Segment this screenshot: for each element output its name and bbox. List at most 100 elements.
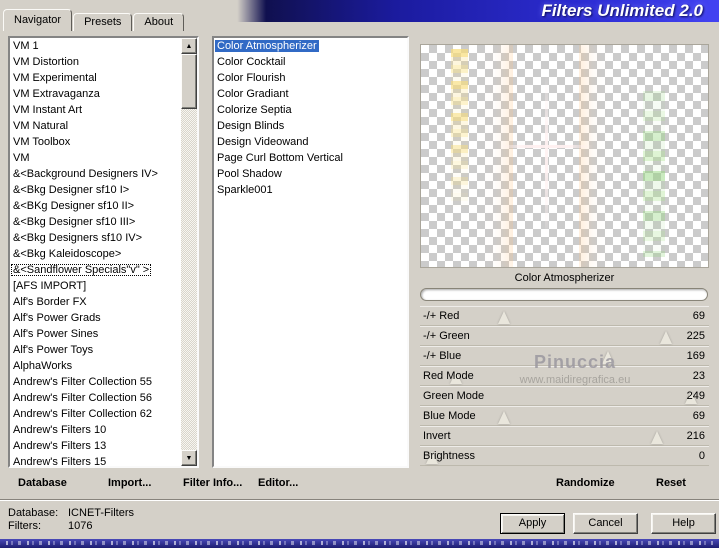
import-button[interactable]: Import... <box>108 477 151 489</box>
slider-value: 216 <box>686 430 705 442</box>
slider-thumb[interactable] <box>497 411 510 424</box>
slider-row[interactable]: Red Mode 23 <box>420 366 709 386</box>
slider-value: 225 <box>686 330 705 342</box>
scrollbar-thumb[interactable] <box>181 54 197 109</box>
filter-item-label: Design Blinds <box>217 120 285 132</box>
category-item[interactable]: VM Extravaganza <box>10 86 181 102</box>
category-item[interactable]: AlphaWorks <box>10 358 181 374</box>
category-item-label: VM Toolbox <box>13 136 71 148</box>
status-filters-value: 1076 <box>68 520 93 532</box>
slider-row[interactable]: Brightness 0 <box>420 446 709 466</box>
slider-row[interactable]: -/+ Red 69 <box>420 306 709 326</box>
slider-value: 23 <box>692 370 705 382</box>
filter-item[interactable]: Color Cocktail <box>214 54 407 70</box>
category-item[interactable]: Andrew's Filter Collection 55 <box>10 374 181 390</box>
cancel-button[interactable]: Cancel <box>573 513 638 534</box>
category-item[interactable]: VM Instant Art <box>10 102 181 118</box>
preview-orange-column <box>499 45 593 267</box>
tab[interactable]: Navigator <box>3 9 73 31</box>
database-button[interactable]: Database <box>18 477 67 489</box>
slider-row[interactable]: Blue Mode 69 <box>420 406 709 426</box>
category-item[interactable]: VM 1 <box>10 38 181 54</box>
filter-item[interactable]: Design Blinds <box>214 118 407 134</box>
status-database-label: Database: <box>8 507 59 519</box>
slider-thumb[interactable] <box>497 311 510 324</box>
category-item[interactable]: [AFS IMPORT] <box>10 278 181 294</box>
category-item[interactable]: Andrew's Filters 10 <box>10 422 181 438</box>
category-item[interactable]: VM Experimental <box>10 70 181 86</box>
slider-row[interactable]: Invert 216 <box>420 426 709 446</box>
randomize-button[interactable]: Randomize <box>556 477 615 489</box>
slider-label: Red Mode <box>423 370 474 382</box>
slider-thumb[interactable] <box>650 431 663 444</box>
slider-thumb[interactable] <box>601 351 614 364</box>
filter-item-label: Design Videowand <box>217 136 309 148</box>
slider-label: -/+ Green <box>423 330 470 342</box>
filter-item[interactable]: Colorize Septia <box>214 102 407 118</box>
divider <box>0 499 719 501</box>
filter-item[interactable]: Color Gradiant <box>214 86 407 102</box>
background-window-strip <box>0 539 719 548</box>
status-filters-label: Filters: <box>8 520 41 532</box>
category-item[interactable]: Andrew's Filter Collection 56 <box>10 390 181 406</box>
filter-info-button[interactable]: Filter Info... <box>183 477 242 489</box>
category-item-label: Andrew's Filters 15 <box>13 456 107 468</box>
filter-item-label: Colorize Septia <box>217 104 292 116</box>
category-item[interactable]: &<Bkg Designer sf10 III> <box>10 214 181 230</box>
category-item-label: Alf's Power Grads <box>13 312 101 324</box>
category-item[interactable]: Alf's Power Toys <box>10 342 181 358</box>
category-item[interactable]: &<Background Designers IV> <box>10 166 181 182</box>
editor-button[interactable]: Editor... <box>258 477 298 489</box>
category-item[interactable]: VM Toolbox <box>10 134 181 150</box>
reset-button[interactable]: Reset <box>656 477 686 489</box>
filter-list[interactable]: Color Atmospherizer Color Cocktail Color… <box>212 36 409 468</box>
preview-green-strip <box>643 91 665 257</box>
category-item[interactable]: Andrew's Filters 13 <box>10 438 181 454</box>
filter-item-label: Color Cocktail <box>217 56 286 68</box>
category-item[interactable]: &<Bkg Kaleidoscope> <box>10 246 181 262</box>
filter-item[interactable]: Sparkle001 <box>214 182 407 198</box>
preview-caption: Color Atmospherizer <box>514 272 615 284</box>
category-item[interactable]: Andrew's Filters 15 <box>10 454 181 468</box>
category-list[interactable]: VM 1 VM Distortion VM Experimental VM Ex… <box>8 36 199 468</box>
category-item[interactable]: Alf's Power Grads <box>10 310 181 326</box>
category-item-label: VM <box>13 152 30 164</box>
slider-label: Brightness <box>423 450 475 462</box>
scroll-down-icon[interactable]: ▼ <box>181 450 197 466</box>
filter-item[interactable]: Pool Shadow <box>214 166 407 182</box>
category-item[interactable]: VM <box>10 150 181 166</box>
category-item[interactable]: &<Sandflower Specials"v" > <box>10 262 181 278</box>
tab[interactable]: Presets <box>73 13 133 31</box>
filter-item[interactable]: Page Curl Bottom Vertical <box>214 150 407 166</box>
filter-item-label: Color Gradiant <box>217 88 289 100</box>
category-item[interactable]: Alf's Border FX <box>10 294 181 310</box>
filter-item[interactable]: Color Atmospherizer <box>214 38 407 54</box>
apply-button[interactable]: Apply <box>500 513 565 534</box>
help-button[interactable]: Help <box>651 513 716 534</box>
category-item-label: Andrew's Filter Collection 55 <box>13 376 153 388</box>
status-database-value: ICNET-Filters <box>68 507 134 519</box>
category-scrollbar[interactable]: ▲ ▼ <box>181 38 197 466</box>
category-item[interactable]: &<BKg Designer sf10 II> <box>10 198 181 214</box>
slider-row[interactable]: -/+ Blue 169 <box>420 346 709 366</box>
category-item[interactable]: &<Bkg Designer sf10 I> <box>10 182 181 198</box>
category-item[interactable]: VM Natural <box>10 118 181 134</box>
category-item[interactable]: Andrew's Filter Collection 62 <box>10 406 181 422</box>
slider-value: 169 <box>686 350 705 362</box>
filter-item-label: Page Curl Bottom Vertical <box>217 152 343 164</box>
category-item-label: Andrew's Filters 10 <box>13 424 107 436</box>
filter-item[interactable]: Design Videowand <box>214 134 407 150</box>
slider-label: Blue Mode <box>423 410 476 422</box>
status-filters: Filters: 1076 <box>8 520 92 532</box>
scroll-up-icon[interactable]: ▲ <box>181 38 197 54</box>
tab[interactable]: About <box>133 13 185 31</box>
category-item[interactable]: &<Bkg Designers sf10 IV> <box>10 230 181 246</box>
filter-item[interactable]: Color Flourish <box>214 70 407 86</box>
app-title: Filters Unlimited 2.0 <box>541 1 703 20</box>
category-item[interactable]: Alf's Power Sines <box>10 326 181 342</box>
filter-item-label: Color Atmospherizer <box>215 40 319 52</box>
slider-row[interactable]: Green Mode 249 <box>420 386 709 406</box>
category-item-label: VM Experimental <box>13 72 97 84</box>
slider-row[interactable]: -/+ Green 225 <box>420 326 709 346</box>
category-item[interactable]: VM Distortion <box>10 54 181 70</box>
